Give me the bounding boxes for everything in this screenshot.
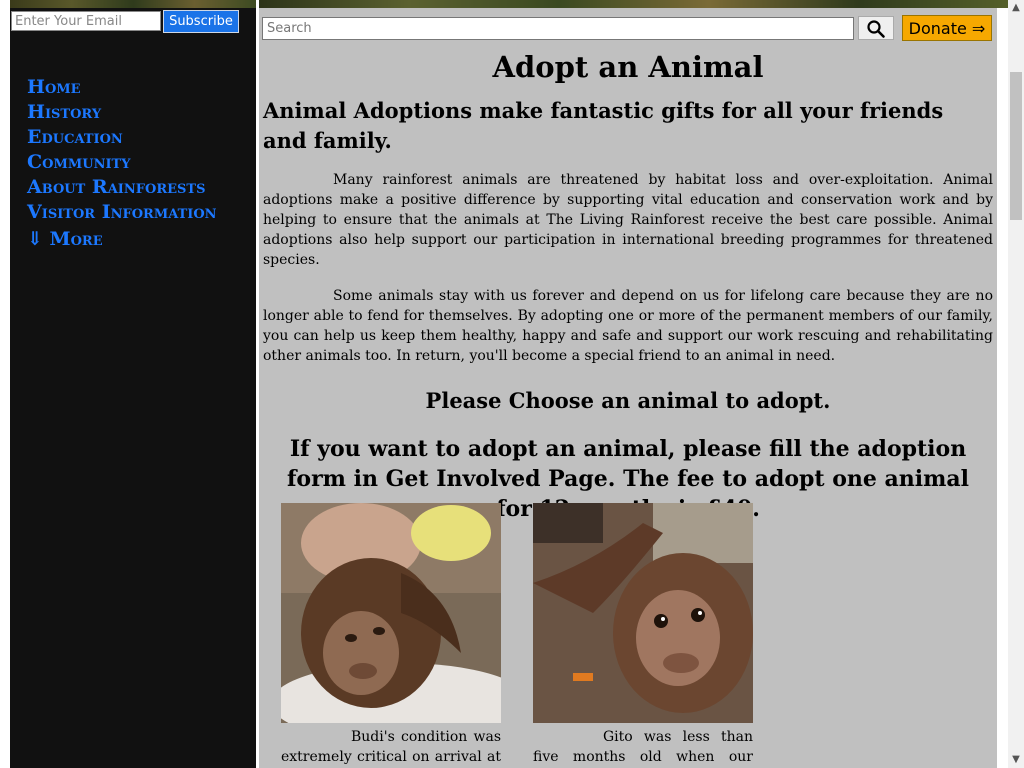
nav-history[interactable]: History <box>27 100 217 125</box>
main-content: Donate ⇒ Adopt an Animal Animal Adoption… <box>259 8 997 768</box>
sidebar-banner-image <box>10 0 256 8</box>
search-button[interactable] <box>858 16 894 40</box>
gito-caption: Gito was less than five months old when … <box>533 729 753 765</box>
animal-card-gito[interactable]: Gito was less than five months old when … <box>533 503 753 768</box>
nav-home[interactable]: Home <box>27 75 217 100</box>
top-banner-image <box>259 0 1008 8</box>
intro-paragraph: Many rainforest animals are threatened b… <box>263 172 993 268</box>
scroll-up-arrow-icon[interactable]: ▲ <box>1008 0 1024 16</box>
search-input[interactable] <box>262 17 854 40</box>
nav-education[interactable]: Education <box>27 125 217 150</box>
sidebar: Subscribe Home History Education Communi… <box>10 0 256 768</box>
main-nav: Home History Education Community About R… <box>27 75 217 252</box>
scrollbar-thumb[interactable] <box>1010 72 1022 220</box>
article: Adopt an Animal Animal Adoptions make fa… <box>263 48 993 524</box>
nav-visitor-information[interactable]: Visitor Information <box>27 200 217 225</box>
choose-heading: Please Choose an animal to adopt. <box>425 388 831 413</box>
animal-card-budi[interactable]: Budi's condition was extremely critical … <box>281 503 501 768</box>
subscribe-form: Subscribe <box>10 10 256 36</box>
nav-community[interactable]: Community <box>27 150 217 175</box>
animal-gallery: Budi's condition was extremely critical … <box>281 503 801 768</box>
subscribe-button[interactable]: Subscribe <box>163 10 239 33</box>
nav-about-rainforests[interactable]: About Rainforests <box>27 175 217 200</box>
care-paragraph: Some animals stay with us forever and de… <box>263 288 993 364</box>
page-title: Adopt an Animal <box>492 50 764 84</box>
page-subtitle: Animal Adoptions make fantastic gifts fo… <box>263 98 944 153</box>
budi-caption: Budi's condition was extremely critical … <box>281 729 501 765</box>
left-gutter <box>0 0 10 768</box>
gito-photo[interactable] <box>533 503 753 723</box>
email-input[interactable] <box>11 11 161 31</box>
donate-button[interactable]: Donate ⇒ <box>902 15 992 41</box>
search-icon <box>867 19 885 38</box>
page-scrollbar[interactable]: ▲ ▼ <box>1008 0 1024 768</box>
scroll-down-arrow-icon[interactable]: ▼ <box>1008 752 1024 768</box>
nav-more[interactable]: ⇓ More <box>27 227 217 252</box>
budi-photo[interactable] <box>281 503 501 723</box>
